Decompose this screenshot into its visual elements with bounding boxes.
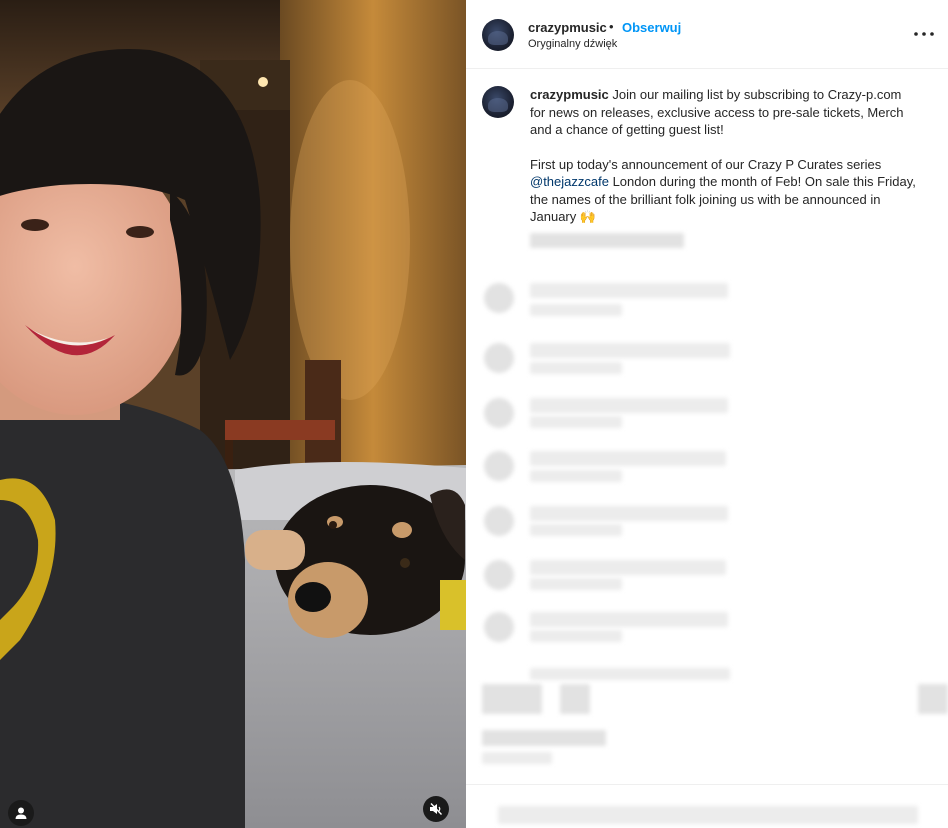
redacted-comment-meta	[530, 524, 622, 536]
redacted-avatar	[484, 343, 514, 373]
redacted-comment	[530, 343, 730, 358]
redacted-likes	[482, 730, 606, 746]
mute-toggle-button[interactable]	[423, 796, 449, 822]
header-username[interactable]: crazypmusic	[528, 20, 607, 35]
redacted-avatar	[484, 451, 514, 481]
tagged-users-button[interactable]	[8, 800, 34, 826]
redacted-comment	[530, 612, 728, 627]
more-options-icon[interactable]	[912, 26, 936, 42]
header-separator: •	[609, 19, 614, 34]
redacted-timestamp	[530, 233, 684, 248]
redacted-comment-meta	[530, 668, 730, 680]
post-video[interactable]	[0, 0, 466, 828]
post-header: crazypmusic • Obserwuj Oryginalny dźwięk	[466, 0, 948, 69]
redacted-actions	[482, 684, 542, 714]
redacted-date	[482, 752, 552, 764]
redacted-avatar	[484, 560, 514, 590]
redacted-comment-meta	[530, 304, 622, 316]
redacted-actions	[560, 684, 590, 714]
redacted-avatar	[484, 506, 514, 536]
caption-username[interactable]: crazypmusic	[530, 87, 609, 102]
audio-label[interactable]: Oryginalny dźwięk	[528, 38, 617, 50]
redacted-avatar	[484, 283, 514, 313]
redacted-comment	[530, 283, 728, 298]
redacted-comment	[530, 506, 728, 521]
caption-avatar[interactable]	[482, 86, 514, 118]
redacted-comment-meta	[530, 416, 622, 428]
post-modal: crazypmusic • Obserwuj Oryginalny dźwięk…	[0, 0, 948, 828]
redacted-bookmark	[918, 684, 948, 714]
caption-text-2a: First up today's announcement of our Cra…	[530, 156, 882, 172]
video-frame	[0, 0, 466, 828]
speaker-muted-icon	[430, 803, 443, 815]
redacted-comment-meta	[530, 630, 622, 642]
post-caption: crazypmusic Join our mailing list by sub…	[530, 86, 918, 226]
redacted-avatar	[484, 612, 514, 642]
redacted-comment-meta	[530, 470, 622, 482]
divider	[466, 784, 948, 785]
redacted-comment-input	[498, 806, 918, 824]
redacted-comment-meta	[530, 362, 622, 374]
mention-link[interactable]: @thejazzcafe	[530, 174, 609, 189]
redacted-comment-meta	[530, 578, 622, 590]
post-sidebar: crazypmusic • Obserwuj Oryginalny dźwięk…	[466, 0, 948, 828]
follow-button[interactable]: Obserwuj	[622, 20, 681, 35]
redacted-avatar	[484, 398, 514, 428]
avatar[interactable]	[482, 19, 514, 51]
redacted-comment	[530, 398, 728, 413]
redacted-comment	[530, 560, 726, 575]
user-icon	[15, 807, 27, 819]
redacted-comment	[530, 451, 726, 466]
